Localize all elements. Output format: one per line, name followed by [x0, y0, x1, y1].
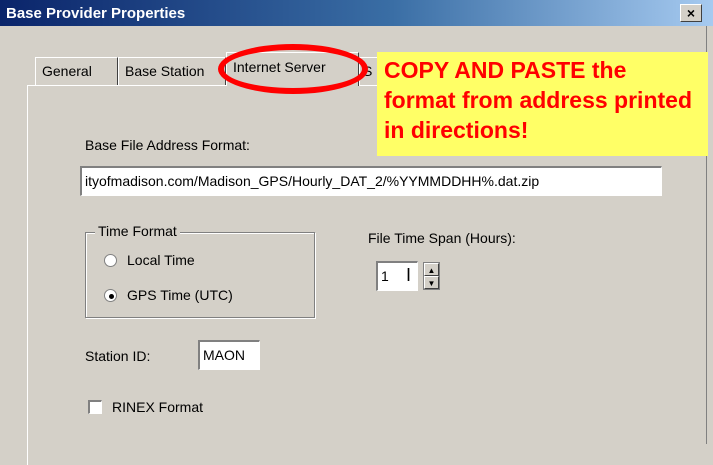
spin-up-icon[interactable]: ▲ [424, 263, 439, 276]
close-button[interactable]: × [680, 4, 702, 22]
annotation-text: COPY AND PASTE the format from address p… [384, 55, 704, 145]
time-format-group [85, 232, 315, 318]
window-title: Base Provider Properties [6, 5, 186, 22]
time-format-legend: Time Format [95, 223, 180, 239]
highlight-oval [218, 44, 368, 94]
station-id-input[interactable]: MAON [198, 340, 260, 370]
cut-off-row [85, 436, 89, 444]
tab-base-station[interactable]: Base Station [118, 57, 226, 85]
base-file-address-input[interactable]: ityofmadison.com/Madison_GPS/Hourly_DAT_… [80, 166, 662, 196]
ibeam-cursor-icon: I [406, 265, 412, 285]
gps-time-label: GPS Time (UTC) [127, 287, 233, 303]
tab-general[interactable]: General [35, 57, 118, 85]
annotation-highlight: COPY AND PASTE [384, 57, 586, 83]
file-time-span-label: File Time Span (Hours): [368, 230, 516, 246]
spin-down-icon[interactable]: ▼ [424, 276, 439, 289]
base-file-address-label: Base File Address Format: [85, 137, 250, 153]
radio-selected-dot [109, 294, 114, 299]
rinex-checkbox[interactable] [88, 400, 102, 414]
local-time-label: Local Time [127, 252, 195, 268]
local-time-radio[interactable] [104, 254, 117, 267]
file-time-span-input[interactable]: 1 [376, 261, 418, 291]
gps-time-radio[interactable] [104, 289, 117, 302]
rinex-label: RINEX Format [112, 399, 204, 415]
station-id-label: Station ID: [85, 348, 151, 364]
time-span-spinner[interactable]: ▲ ▼ [423, 262, 440, 290]
